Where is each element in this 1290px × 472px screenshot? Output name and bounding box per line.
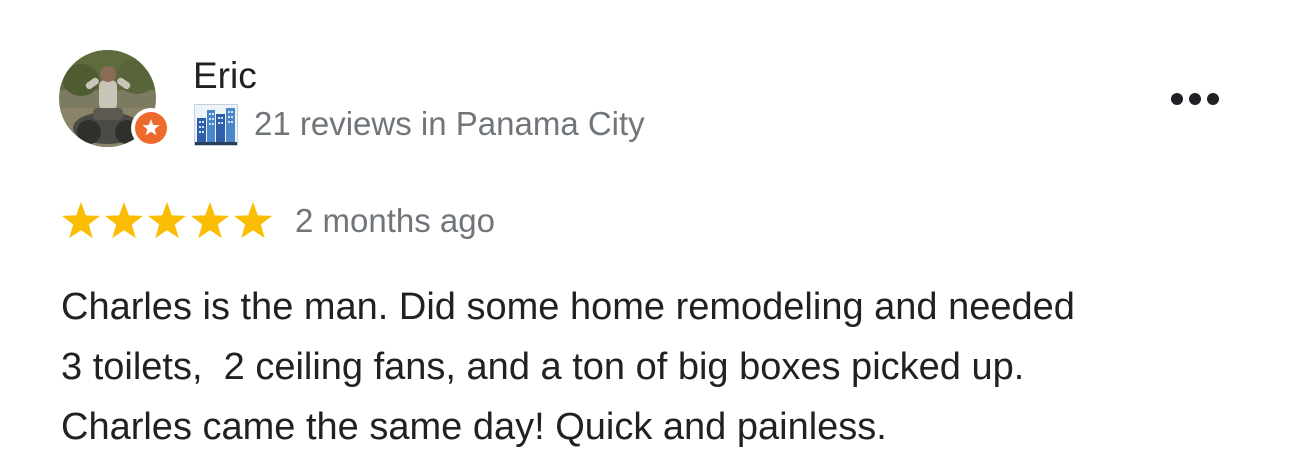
local-guide-badge-icon	[135, 112, 167, 144]
reviewer-avatar-group[interactable]	[59, 50, 171, 150]
rating-row: 2 months ago	[60, 198, 760, 244]
reviewer-name[interactable]: Eric	[193, 54, 257, 98]
star-icon	[147, 202, 187, 239]
star-icon	[104, 202, 144, 239]
city-skyline-icon	[194, 104, 238, 146]
reviewer-review-count[interactable]: 21 reviews in Panama City	[254, 103, 645, 145]
star-icon	[190, 202, 230, 239]
review-text-line: Charles is the man. Did some home remode…	[61, 286, 1075, 328]
review-text-line: Charles came the same day! Quick and pai…	[61, 406, 887, 448]
review-text-line: 3 toilets, 2 ceiling fans, and a ton of …	[61, 346, 1025, 388]
review-text: Charles is the man. Did some home remode…	[61, 277, 1261, 457]
more-options-button[interactable]	[1163, 80, 1227, 118]
more-options-icon	[1171, 93, 1219, 105]
star-icon	[61, 202, 101, 239]
local-guide-badge	[131, 108, 171, 148]
star-icon	[233, 202, 273, 239]
star-rating	[61, 202, 273, 239]
review-timestamp: 2 months ago	[295, 202, 495, 239]
